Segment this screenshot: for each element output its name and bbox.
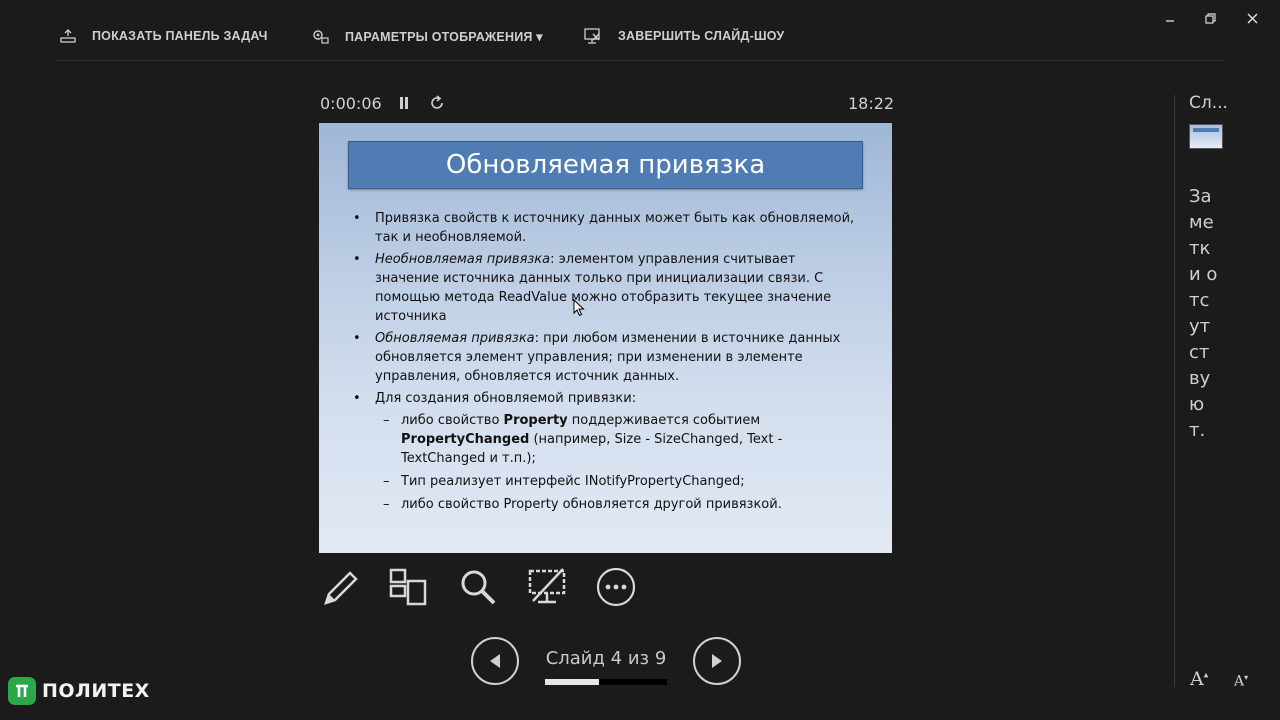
bullet-2: Необновляемая привязка: элементом управл… [353, 250, 863, 326]
pen-tool-button[interactable] [319, 566, 361, 608]
brand-logo: ПОЛИТЕХ [8, 677, 150, 705]
slides-grid-icon [389, 568, 427, 606]
slide-counter[interactable]: Слайд 4 из 9 [545, 648, 667, 669]
bullet-3: Обновляемая привязка: при любом изменени… [353, 329, 863, 386]
clock: 18:22 [848, 94, 895, 113]
restart-icon [431, 95, 443, 109]
display-settings-label: ПАРАМЕТРЫ ОТОБРАЖЕНИЯ ▾ [345, 29, 543, 44]
taskbar-icon [60, 29, 76, 43]
pen-icon [324, 571, 358, 605]
display-settings-icon [311, 28, 329, 44]
sub-bullet-1-text-b: поддерживается событием [567, 413, 761, 428]
next-icon [712, 654, 722, 668]
speaker-notes: Заметки отсутствуют. [1189, 186, 1218, 441]
zoom-icon [461, 570, 496, 605]
increase-font-label: A [1190, 668, 1204, 690]
minimize-icon [1166, 20, 1174, 22]
display-settings-button[interactable]: ПАРАМЕТРЫ ОТОБРАЖЕНИЯ ▾ [311, 26, 543, 46]
show-taskbar-label: ПОКАЗАТЬ ПАНЕЛЬ ЗАДАЧ [92, 29, 268, 43]
show-taskbar-button[interactable]: ПОКАЗАТЬ ПАНЕЛЬ ЗАДАЧ [60, 26, 268, 46]
sub-bullet-1: либо свойство Property поддерживается со… [353, 411, 863, 468]
sub-bullet-3: либо свойство Property обновляется друго… [353, 495, 863, 514]
brand-mark-icon [8, 677, 36, 705]
bullet-4-text: Для создания обновляемой привязки: [375, 391, 637, 406]
sub-bullet-2-text: Тип реализует интерфейс INotifyPropertyC… [401, 474, 745, 489]
end-show-button[interactable]: ЗАВЕРШИТЬ СЛАЙД-ШОУ [584, 26, 784, 46]
slide-body: Привязка свойств к источнику данных може… [353, 209, 863, 518]
prev-icon [490, 654, 500, 668]
next-slide-thumbnail[interactable] [1189, 124, 1223, 149]
pause-button[interactable] [396, 95, 412, 111]
minimize-button[interactable] [1159, 8, 1181, 28]
zoom-button[interactable] [457, 566, 499, 608]
next-slide-label: Сл... [1189, 93, 1228, 113]
sub-bullet-3-text: либо свойство Property обновляется друго… [401, 497, 782, 512]
bullet-2-term: Необновляемая привязка [375, 252, 551, 267]
restore-button[interactable] [1199, 8, 1221, 28]
slide-progress-bar [545, 679, 667, 685]
more-options-button[interactable] [595, 566, 637, 608]
sub-bullet-1-text-a: либо свойство [401, 413, 504, 428]
decrease-font-label: A [1234, 673, 1245, 690]
black-screen-button[interactable] [526, 566, 568, 608]
close-button[interactable] [1241, 8, 1263, 28]
end-show-label: ЗАВЕРШИТЬ СЛАЙД-ШОУ [618, 29, 785, 43]
current-slide: Обновляемая привязка Привязка свойств к … [319, 123, 892, 553]
restart-button[interactable] [429, 95, 445, 111]
next-slide-button[interactable] [693, 637, 741, 685]
pause-icon [400, 97, 408, 109]
sub-bullet-1-bold-event: PropertyChanged [401, 432, 530, 447]
bullet-3-term: Обновляемая привязка [375, 331, 535, 346]
end-show-icon [584, 28, 602, 44]
sub-bullet-2: Тип реализует интерфейс INotifyPropertyC… [353, 472, 863, 491]
black-screen-icon [528, 568, 566, 604]
previous-slide-button[interactable] [471, 637, 519, 685]
brand-name: ПОЛИТЕХ [42, 680, 150, 702]
sub-bullet-1-bold-property: Property [503, 413, 568, 428]
bullet-1: Привязка свойств к источнику данных може… [353, 209, 863, 247]
increase-font-button[interactable]: A▴ [1190, 668, 1208, 690]
mouse-cursor-icon [573, 299, 585, 317]
close-icon [1246, 12, 1258, 24]
bullet-1-text: Привязка свойств к источнику данных може… [375, 211, 855, 245]
elapsed-timer: 0:00:06 [320, 94, 382, 113]
slide-progress-fill [545, 679, 599, 685]
slide-title: Обновляемая привязка [348, 141, 863, 189]
see-all-slides-button[interactable] [387, 566, 429, 608]
panel-divider [1174, 95, 1175, 687]
restore-icon [1204, 12, 1216, 24]
bullet-4: Для создания обновляемой привязки: [353, 389, 863, 408]
decrease-font-button[interactable]: A▾ [1234, 673, 1248, 690]
toolbar-divider [56, 60, 1224, 61]
more-icon [596, 567, 636, 607]
